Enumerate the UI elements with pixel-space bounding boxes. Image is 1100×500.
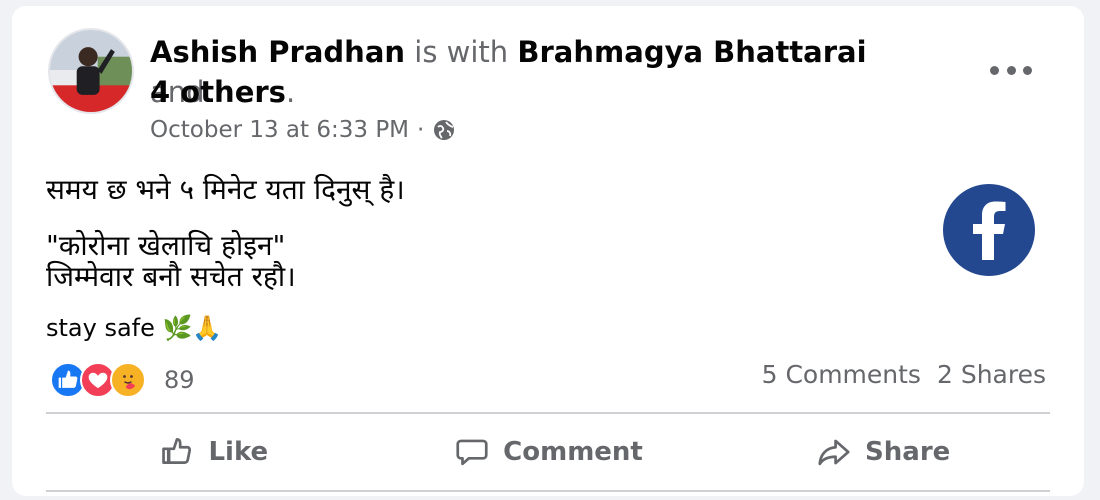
shares-count-link[interactable]: 2 Shares	[937, 360, 1046, 389]
with-connector: is with	[414, 35, 509, 69]
post-text-line-1: समय छ भने ५ मिनेट यता दिनुस् है।	[46, 173, 405, 206]
thumbs-up-icon	[162, 437, 192, 464]
post-text-line-3: जिम्मेवार बनौ सचेत रहौ।	[46, 260, 296, 293]
like-button[interactable]: Like	[46, 418, 381, 486]
post-meta: October 13 at 6:33 PM ·	[150, 117, 456, 143]
divider	[46, 490, 1050, 492]
like-label: Like	[208, 437, 269, 467]
reaction-summary[interactable]: 89	[50, 362, 195, 398]
share-label: Share	[865, 437, 951, 467]
header-period: .	[285, 75, 296, 109]
dot-icon	[1023, 65, 1032, 75]
dot-icon	[1006, 65, 1016, 75]
meta-separator: ·	[417, 117, 425, 143]
comment-button[interactable]: Comment	[381, 418, 716, 486]
avatar-photo	[50, 30, 132, 112]
post-text-line-4: stay safe 🌿🙏	[46, 314, 223, 342]
tagged-user[interactable]: Brahmagya Bhattarai	[517, 35, 866, 69]
author-avatar[interactable]	[48, 28, 134, 114]
facebook-logo-icon	[943, 184, 1035, 276]
comments-count-link[interactable]: 5 Comments	[762, 360, 921, 389]
post-text-line-2: "कोरोना खेलाचि होइन"	[46, 229, 286, 262]
comment-label: Comment	[503, 437, 643, 467]
post-header-line-2: 4 others.	[150, 72, 870, 112]
share-arrow-icon	[818, 439, 850, 466]
dot-icon	[990, 65, 999, 75]
more-options-button[interactable]	[990, 58, 1032, 82]
engagement-counts: 5 Comments 2 Shares	[762, 360, 1046, 389]
divider	[46, 412, 1050, 414]
comment-icon	[456, 439, 488, 466]
globe-icon[interactable]	[432, 118, 456, 142]
share-button[interactable]: Share	[715, 418, 1050, 486]
reaction-count: 89	[164, 366, 195, 394]
action-bar: Like Comment Share	[46, 418, 1050, 486]
care-reaction-icon	[110, 362, 146, 398]
post-card: Ashish Pradhan is with Brahmagya Bhattar…	[12, 6, 1084, 496]
author-name[interactable]: Ashish Pradhan	[150, 35, 405, 69]
post-timestamp[interactable]: October 13 at 6:33 PM	[150, 117, 409, 143]
others-link[interactable]: 4 others	[150, 75, 286, 109]
